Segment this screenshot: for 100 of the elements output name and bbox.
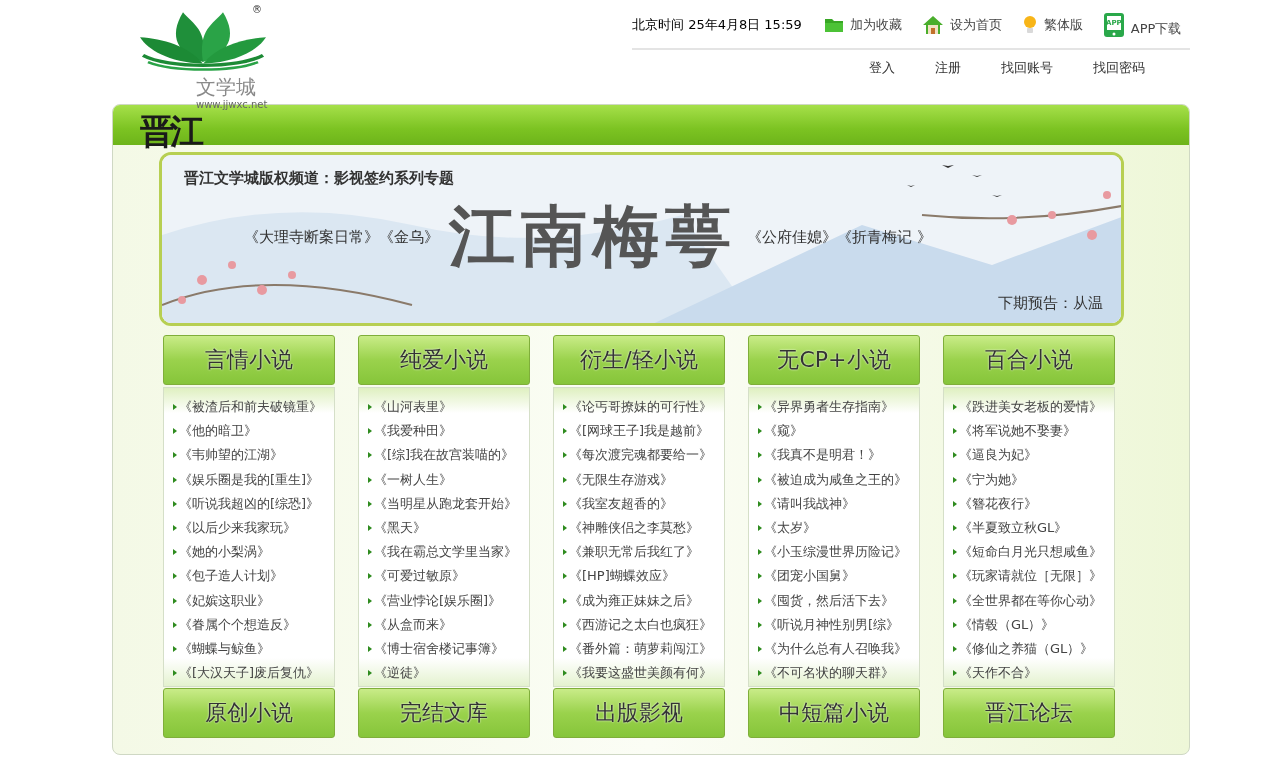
- category-button[interactable]: 原创小说: [163, 688, 335, 738]
- book-link[interactable]: 《[HP]蝴蝶效应》: [563, 564, 724, 589]
- book-link[interactable]: 《听说我超凶的[综恐]》: [173, 491, 334, 516]
- book-link[interactable]: 《番外篇：萌萝莉闯江》: [563, 636, 724, 662]
- book-link[interactable]: 《以后少来我家玩》: [173, 515, 334, 541]
- book-link[interactable]: 《我真不是明君！》: [758, 443, 919, 468]
- book-link[interactable]: 《无限生存游戏》: [563, 467, 724, 492]
- book-link[interactable]: 《小玉综漫世界历险记》: [758, 540, 919, 565]
- triangle-icon: [368, 500, 372, 507]
- book-link[interactable]: 《每次渡完魂都要给一》: [563, 443, 724, 468]
- book-link[interactable]: 《眷属个个想造反》: [173, 612, 334, 637]
- book-link[interactable]: 《半夏致立秋GL》: [953, 515, 1114, 541]
- book-link[interactable]: 《成为雍正妹妹之后》: [563, 588, 724, 613]
- book-link[interactable]: 《将军说她不娶妻》: [953, 419, 1114, 444]
- book-link[interactable]: 《他的暗卫》: [173, 419, 334, 444]
- book-link[interactable]: 《修仙之养猫（GL）》: [953, 636, 1114, 662]
- book-link[interactable]: 《当明星从跑龙套开始》: [368, 491, 529, 516]
- category-button[interactable]: 中短篇小说: [748, 688, 920, 738]
- triangle-icon: [368, 670, 372, 677]
- book-link[interactable]: 《蝴蝶与鲸鱼》: [173, 636, 334, 662]
- book-link[interactable]: 《可爱过敏原》: [368, 564, 529, 589]
- category-button[interactable]: 出版影视: [553, 688, 725, 738]
- book-link[interactable]: 《宁为她》: [953, 467, 1114, 492]
- book-link[interactable]: 《从盒而来》: [368, 612, 529, 637]
- book-link[interactable]: 《异界勇者生存指南》: [758, 395, 919, 420]
- book-link[interactable]: 《短命白月光只想咸鱼》: [953, 540, 1114, 565]
- category-button[interactable]: 百合小说: [943, 335, 1115, 385]
- book-link[interactable]: 《她的小梨涡》: [173, 540, 334, 565]
- book-link[interactable]: 《[网球王子]我是越前》: [563, 419, 724, 444]
- account-link[interactable]: 注册: [935, 59, 961, 77]
- header-link[interactable]: 设为首页: [921, 15, 1002, 35]
- triangle-icon: [758, 476, 762, 483]
- book-link[interactable]: 《[综]我在故宫装喵的》: [368, 443, 529, 468]
- book-link[interactable]: 《山河表里》: [368, 395, 529, 420]
- book-link[interactable]: 《听说月神性别男[综》: [758, 612, 919, 637]
- book-link[interactable]: 《被渣后和前夫破镜重》: [173, 395, 334, 420]
- book-link[interactable]: 《请叫我战神》: [758, 491, 919, 516]
- next-preview: 下期预告：从温: [998, 294, 1103, 313]
- category-button[interactable]: 言情小说: [163, 335, 335, 385]
- book-link[interactable]: 《韦帅望的江湖》: [173, 443, 334, 468]
- book-link[interactable]: 《妃嫔这职业》: [173, 588, 334, 613]
- book-link[interactable]: 《团宠小国舅》: [758, 564, 919, 589]
- book-link[interactable]: 《簪花夜行》: [953, 491, 1114, 516]
- book-link[interactable]: 《我要这盛世美颜有何》: [563, 661, 724, 686]
- book-link[interactable]: 《我爱种田》: [368, 419, 529, 444]
- book-link[interactable]: 《黑天》: [368, 515, 529, 541]
- triangle-icon: [563, 500, 567, 507]
- category-button[interactable]: 完结文库: [358, 688, 530, 738]
- account-link[interactable]: 找回账号: [1001, 59, 1053, 77]
- book-link[interactable]: 《为什么总有人召唤我》: [758, 636, 919, 662]
- book-link[interactable]: 《情毂（GL）》: [953, 612, 1114, 637]
- author-name: 江南梅萼: [449, 196, 737, 277]
- triangle-icon: [758, 670, 762, 677]
- lightbulb-icon: [1021, 15, 1038, 35]
- book-link[interactable]: 《神雕侠侣之李莫愁》: [563, 515, 724, 541]
- header-link[interactable]: 加为收藏: [823, 15, 902, 35]
- category-button[interactable]: 无CP+小说: [748, 335, 920, 385]
- book-link[interactable]: 《博士宿舍楼记事簿》: [368, 636, 529, 662]
- account-link[interactable]: 登入: [869, 59, 895, 77]
- triangle-icon: [368, 428, 372, 435]
- header-link[interactable]: 繁体版: [1021, 15, 1083, 35]
- book-link[interactable]: 《一树人生》: [368, 467, 529, 492]
- category-button[interactable]: 衍生/轻小说: [553, 335, 725, 385]
- triangle-icon: [563, 573, 567, 580]
- category-button[interactable]: 纯爱小说: [358, 335, 530, 385]
- book-link[interactable]: 《太岁》: [758, 515, 919, 541]
- triangle-icon: [563, 597, 567, 604]
- book-link[interactable]: 《营业悖论[娱乐圈]》: [368, 588, 529, 613]
- category-button[interactable]: 晋江论坛: [943, 688, 1115, 738]
- book-link[interactable]: 《不可名状的聊天群》: [758, 661, 919, 686]
- book-link[interactable]: 《论丐哥撩妹的可行性》: [563, 395, 724, 420]
- book-link[interactable]: 《逆徒》: [368, 661, 529, 686]
- account-link[interactable]: 找回密码: [1093, 59, 1145, 77]
- triangle-icon: [173, 597, 177, 604]
- book-link[interactable]: 《跌进美女老板的爱情》: [953, 395, 1114, 420]
- triangle-icon: [368, 597, 372, 604]
- book-link[interactable]: 《玩家请就位［无限］》: [953, 564, 1114, 589]
- triangle-icon: [173, 500, 177, 507]
- triangle-icon: [173, 404, 177, 411]
- book-link[interactable]: 《被迫成为咸鱼之王的》: [758, 467, 919, 492]
- book-link[interactable]: 《天作不合》: [953, 661, 1114, 686]
- book-link[interactable]: 《包子造人计划》: [173, 564, 334, 589]
- book-link[interactable]: 《西游记之太白也疯狂》: [563, 612, 724, 637]
- book-link[interactable]: 《我在霸总文学里当家》: [368, 540, 529, 565]
- book-link[interactable]: 《囤货，然后活下去》: [758, 588, 919, 613]
- triangle-icon: [368, 452, 372, 459]
- book-link[interactable]: 《窥》: [758, 419, 919, 444]
- triangle-icon: [953, 525, 957, 532]
- book-link[interactable]: 《逼良为妃》: [953, 443, 1114, 468]
- triangle-icon: [953, 452, 957, 459]
- book-link[interactable]: 《全世界都在等你心动》: [953, 588, 1114, 613]
- triangle-icon: [563, 452, 567, 459]
- book-link[interactable]: 《兼职无常后我红了》: [563, 540, 724, 565]
- triangle-icon: [173, 452, 177, 459]
- triangle-icon: [173, 670, 177, 677]
- book-link[interactable]: 《[大汉天子]废后复仇》: [173, 661, 334, 686]
- registered-mark: ®: [252, 4, 262, 15]
- book-link[interactable]: 《我室友超香的》: [563, 491, 724, 516]
- book-link[interactable]: 《娱乐圈是我的[重生]》: [173, 467, 334, 492]
- triangle-icon: [563, 404, 567, 411]
